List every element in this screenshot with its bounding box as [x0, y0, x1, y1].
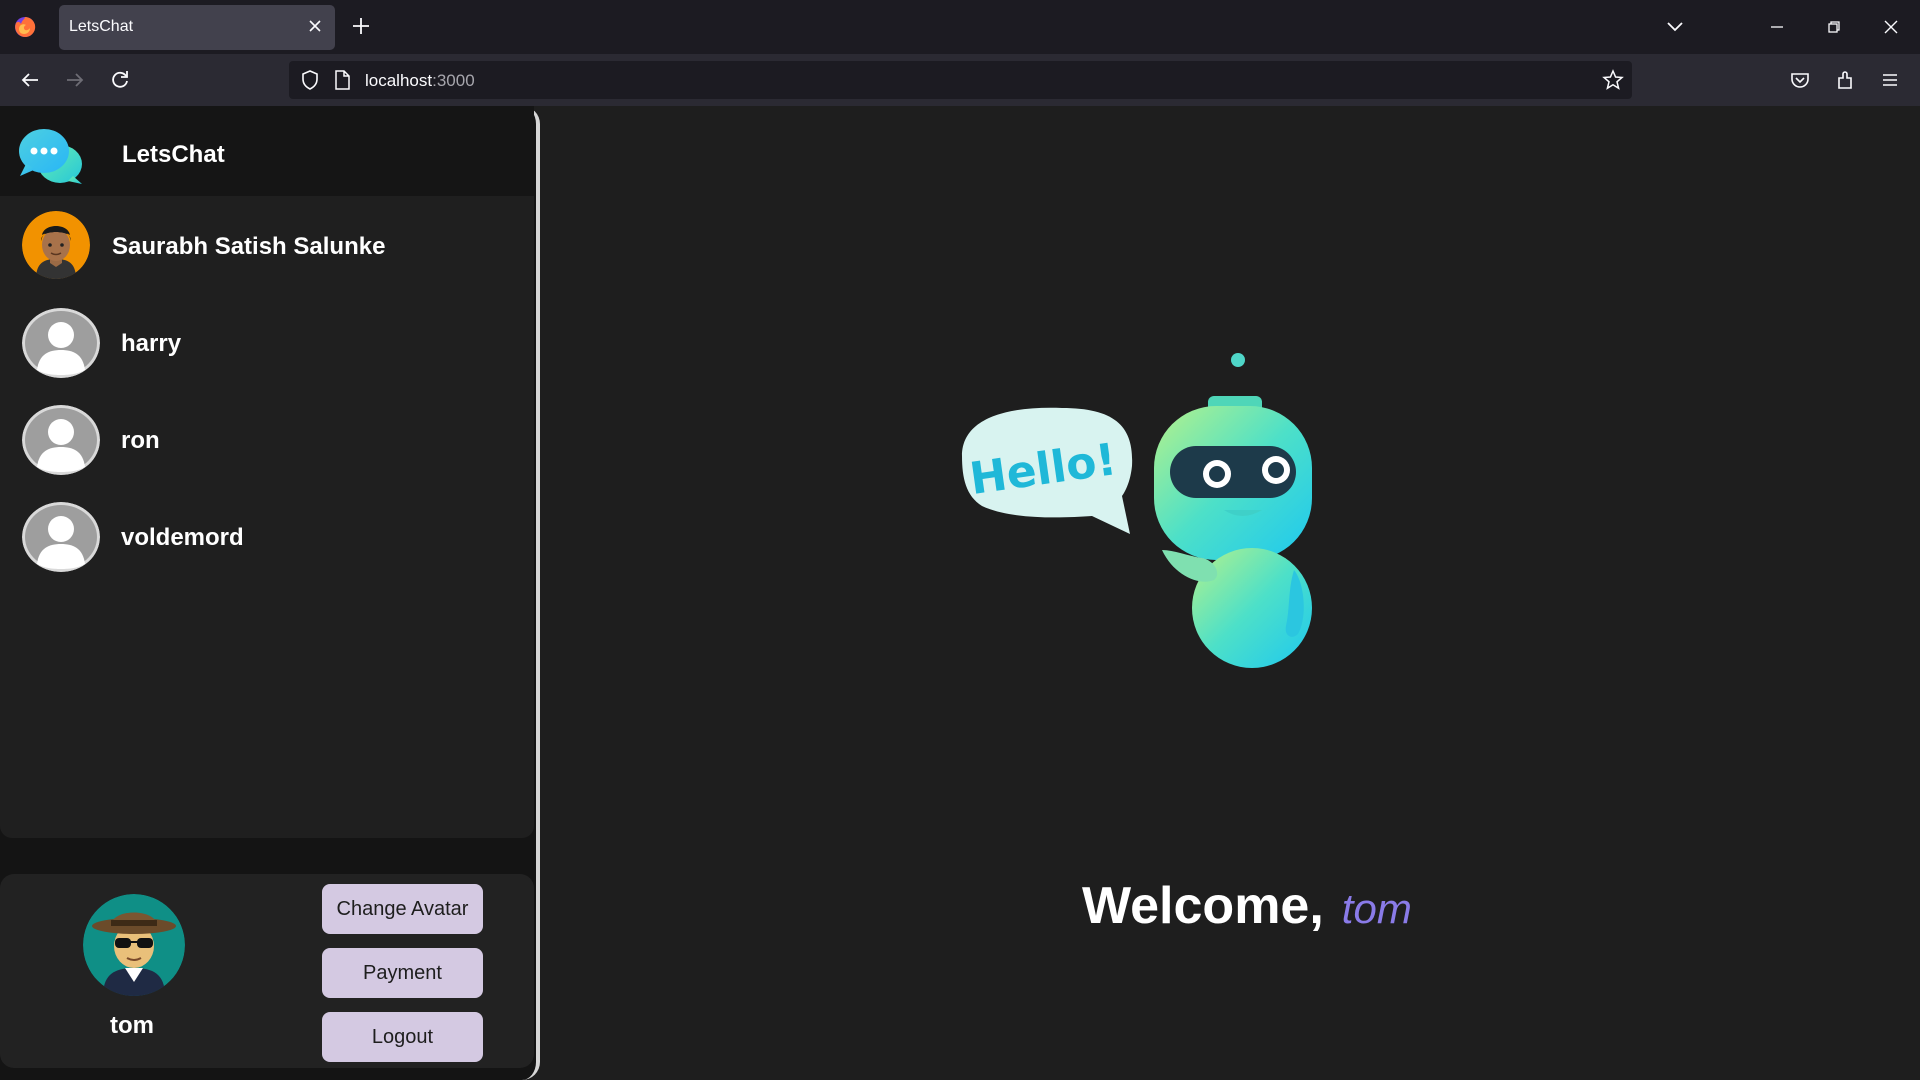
tab-title: LetsChat: [69, 18, 134, 35]
bookmark-star-icon[interactable]: [1602, 69, 1624, 91]
contact-name: harry: [121, 330, 182, 357]
close-window-icon[interactable]: [1878, 14, 1904, 40]
app-container: LetsChat Saurabh Satish Salunke harry ro…: [0, 106, 1920, 1080]
browser-tab-bar: LetsChat: [0, 0, 1920, 54]
back-arrow-icon[interactable]: [17, 67, 43, 93]
menu-icon[interactable]: [1877, 67, 1903, 93]
avatar: [22, 502, 100, 572]
current-user-name: tom: [110, 1012, 154, 1039]
contact-list: Saurabh Satish Salunke harry ron voldemo…: [0, 196, 534, 838]
sidebar: LetsChat Saurabh Satish Salunke harry ro…: [0, 106, 540, 1080]
reload-icon[interactable]: [107, 67, 133, 93]
default-user-icon: [22, 405, 100, 475]
current-user-panel: tom Change Avatar Payment Logout: [0, 874, 534, 1068]
welcome-text: Welcome,: [1082, 877, 1324, 935]
welcome-username: tom: [1341, 885, 1412, 932]
new-tab-icon[interactable]: [349, 14, 373, 38]
contact-item[interactable]: Saurabh Satish Salunke: [0, 202, 534, 292]
shield-icon[interactable]: [299, 69, 321, 91]
firefox-icon[interactable]: [13, 15, 37, 39]
hat-sunglasses-avatar-icon: [83, 894, 185, 996]
browser-tab[interactable]: LetsChat: [59, 5, 335, 50]
contact-name: voldemord: [121, 524, 244, 551]
url-bar[interactable]: localhost:3000: [289, 61, 1632, 99]
cartoon-avatar-icon: [22, 211, 90, 279]
contact-name: ron: [121, 427, 160, 454]
url-text: localhost:3000: [365, 71, 475, 90]
restore-icon[interactable]: [1821, 14, 1847, 40]
contact-item[interactable]: ron: [0, 396, 534, 486]
extensions-icon[interactable]: [1832, 67, 1858, 93]
default-user-icon: [22, 308, 100, 378]
contact-item[interactable]: harry: [0, 299, 534, 389]
pocket-icon[interactable]: [1787, 67, 1813, 93]
avatar: [22, 405, 100, 475]
avatar[interactable]: [83, 894, 185, 996]
forward-arrow-icon[interactable]: [62, 67, 88, 93]
minimize-icon[interactable]: [1764, 14, 1790, 40]
change-avatar-button[interactable]: Change Avatar: [322, 884, 483, 934]
browser-nav-bar: localhost:3000: [0, 54, 1920, 106]
avatar: [22, 211, 90, 279]
welcome-panel: Hello! Welcome, tom: [544, 106, 1920, 1080]
logout-button[interactable]: Logout: [322, 1012, 483, 1062]
contact-item[interactable]: voldemord: [0, 493, 534, 583]
robot-hello-illustration: Hello!: [962, 353, 1312, 668]
brand-name: LetsChat: [122, 141, 225, 168]
avatar: [22, 308, 100, 378]
contact-name: Saurabh Satish Salunke: [112, 233, 386, 260]
close-tab-icon[interactable]: [305, 16, 325, 36]
page-icon[interactable]: [332, 69, 352, 91]
payment-button[interactable]: Payment: [322, 948, 483, 998]
chevron-down-icon[interactable]: [1663, 16, 1687, 38]
chat-bubbles-icon: [19, 129, 82, 184]
brand-header: LetsChat: [0, 106, 534, 196]
default-user-icon: [22, 502, 100, 572]
welcome-message: Welcome, tom: [1082, 876, 1412, 936]
